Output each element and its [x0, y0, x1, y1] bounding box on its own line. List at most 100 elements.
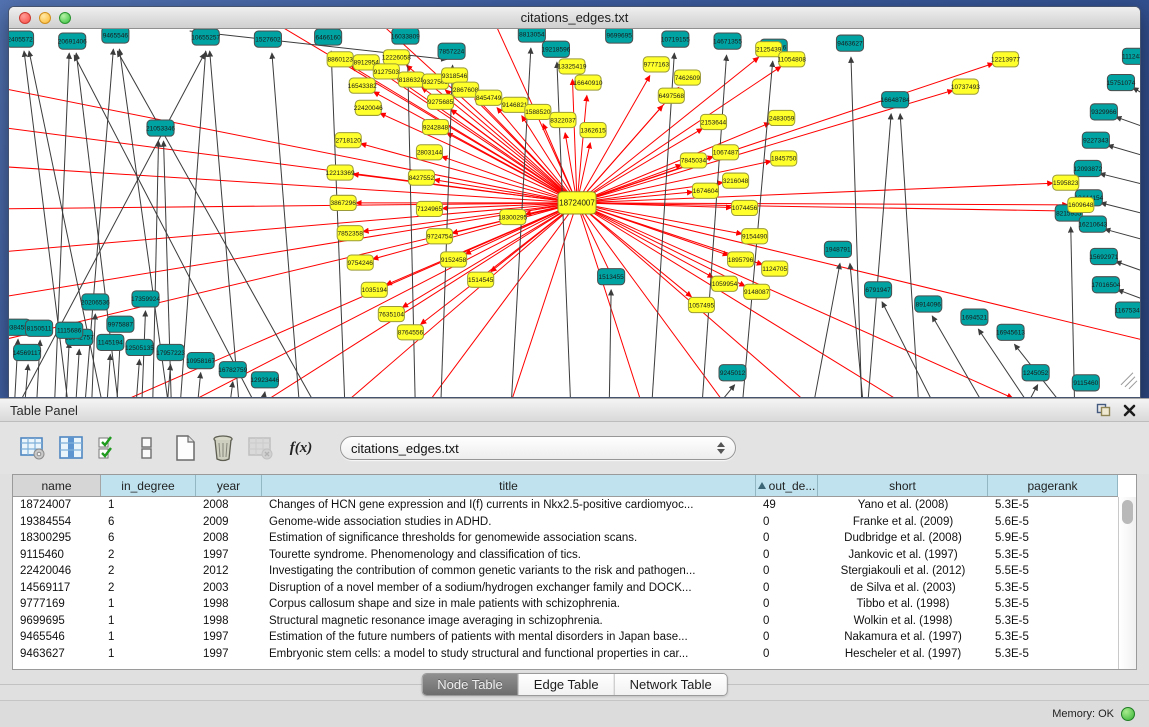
table-cell[interactable]: 1: [101, 646, 196, 663]
graph-node[interactable]: 1895796: [728, 252, 754, 267]
table-cell[interactable]: 1: [101, 629, 196, 646]
table-cell[interactable]: 5.3E-5: [988, 596, 1118, 613]
table-cell[interactable]: Franke et al. (2009): [818, 514, 988, 531]
table-cell[interactable]: 0: [756, 530, 818, 547]
function-builder-icon[interactable]: f(x): [284, 432, 318, 464]
table-cell[interactable]: 5.5E-5: [988, 563, 1118, 580]
table-row[interactable]: 1872400712008Changes of HCN gene express…: [13, 497, 1118, 514]
graph-node[interactable]: 2718120: [335, 133, 361, 148]
graph-node[interactable]: 20206536: [81, 294, 110, 310]
graph-node[interactable]: 16033809: [391, 29, 420, 44]
graph-node[interactable]: 1245052: [1022, 365, 1049, 381]
graph-node[interactable]: 1595823: [1053, 175, 1079, 190]
table-cell[interactable]: 2009: [196, 514, 262, 531]
graph-node[interactable]: 7462609: [674, 70, 700, 85]
column-header-name[interactable]: name: [13, 475, 101, 496]
table-cell[interactable]: 2: [101, 563, 196, 580]
graph-node[interactable]: 2405572: [9, 31, 34, 47]
table-cell[interactable]: Wolkin et al. (1998): [818, 613, 988, 630]
graph-node[interactable]: 7845034: [680, 153, 706, 168]
graph-node[interactable]: 1514545: [468, 272, 494, 287]
table-cell[interactable]: Nakamura et al. (1997): [818, 629, 988, 646]
graph-node[interactable]: 16543382: [348, 78, 377, 93]
network-window[interactable]: citations_edges.txt 24055722069140694655…: [8, 6, 1141, 398]
table-cell[interactable]: Stergiakouli et al. (2012): [818, 563, 988, 580]
graph-node[interactable]: 3216048: [723, 173, 749, 188]
graph-node[interactable]: 2803144: [416, 145, 442, 160]
table-row[interactable]: 946554611997Estimation of the future num…: [13, 629, 1118, 646]
table-row[interactable]: 1456911722003Disruption of a novel membe…: [13, 580, 1118, 597]
graph-node[interactable]: 11124358: [1122, 48, 1140, 64]
graph-node[interactable]: 7635104: [378, 307, 404, 322]
graph-node[interactable]: 10737493: [951, 79, 980, 94]
table-cell[interactable]: 18724007: [13, 497, 101, 514]
table-row[interactable]: 911546021997Tourette syndrome. Phenomeno…: [13, 547, 1118, 564]
graph-node[interactable]: 6791947: [865, 282, 892, 298]
table-cell[interactable]: 0: [756, 547, 818, 564]
table-cell[interactable]: 1998: [196, 613, 262, 630]
table-row[interactable]: 969969511998Structural magnetic resonanc…: [13, 613, 1118, 630]
graph-node[interactable]: 9318546: [442, 68, 468, 83]
graph-node[interactable]: 9127503: [373, 64, 399, 79]
canvas-resize-grip[interactable]: [1121, 373, 1137, 389]
column-header-title[interactable]: title: [262, 475, 756, 496]
graph-node[interactable]: 13325419: [558, 59, 587, 74]
graph-node[interactable]: 1035194: [361, 282, 387, 297]
graph-node[interactable]: 22420046: [354, 100, 383, 115]
graph-node[interactable]: 1124705: [762, 261, 788, 276]
table-scrollbar-thumb[interactable]: [1122, 500, 1133, 524]
graph-node[interactable]: 1115686: [56, 322, 83, 338]
graph-node[interactable]: 9754246: [347, 255, 373, 270]
graph-node[interactable]: 2483059: [769, 110, 795, 125]
table-cell[interactable]: 0: [756, 596, 818, 613]
graph-node[interactable]: 12226058: [382, 50, 411, 65]
graph-node[interactable]: 16210643: [1078, 216, 1107, 232]
graph-node[interactable]: 6497568: [658, 88, 684, 103]
graph-node[interactable]: 17957223: [156, 344, 185, 360]
graph-node[interactable]: 9777163: [643, 57, 669, 72]
graph-node[interactable]: 15692971: [1089, 248, 1118, 264]
table-cell[interactable]: 0: [756, 646, 818, 663]
graph-node[interactable]: 9148087: [744, 284, 770, 299]
table-cell[interactable]: 0: [756, 580, 818, 597]
table-cell[interactable]: 5.3E-5: [988, 613, 1118, 630]
graph-node[interactable]: 1059954: [711, 276, 737, 291]
graph-node[interactable]: 18724007: [558, 192, 596, 214]
graph-node[interactable]: 9242848: [422, 119, 448, 134]
graph-node[interactable]: 9329966: [1090, 104, 1117, 120]
rows-icon[interactable]: [132, 432, 162, 464]
table-cell[interactable]: 5.3E-5: [988, 629, 1118, 646]
graph-node[interactable]: 21053346: [146, 120, 175, 136]
graph-node[interactable]: 9463627: [836, 35, 863, 51]
table-cell[interactable]: 1997: [196, 646, 262, 663]
table-row[interactable]: 946362711997Embryonic stem cells: a mode…: [13, 646, 1118, 663]
graph-node[interactable]: 8860123: [327, 52, 353, 67]
graph-node[interactable]: 9146821: [502, 97, 528, 112]
graph-node[interactable]: 15751074: [1106, 74, 1135, 90]
network-view-canvas[interactable]: 2405572206914069465546106552571527602646…: [9, 29, 1140, 397]
graph-node[interactable]: 14569117: [13, 344, 42, 360]
row-selection-icon[interactable]: [94, 432, 124, 464]
graph-node[interactable]: 19218596: [541, 41, 570, 57]
table-cell[interactable]: 5.6E-5: [988, 514, 1118, 531]
graph-node[interactable]: 9465546: [102, 29, 129, 43]
table-cell[interactable]: de Silva et al. (2003): [818, 580, 988, 597]
table-cell[interactable]: 0: [756, 613, 818, 630]
table-cell[interactable]: 6: [101, 514, 196, 531]
table-cell[interactable]: 2: [101, 547, 196, 564]
graph-node[interactable]: 1674604: [692, 183, 718, 198]
column-header-pagerank[interactable]: pagerank: [988, 475, 1118, 496]
graph-node[interactable]: 8764556: [397, 325, 423, 340]
graph-node[interactable]: 9154490: [742, 229, 768, 244]
graph-node[interactable]: 8914096: [915, 296, 942, 312]
table-cell[interactable]: 9465546: [13, 629, 101, 646]
graph-node[interactable]: 9724754: [426, 229, 452, 244]
graph-node[interactable]: 3867296: [330, 195, 356, 210]
table-cell[interactable]: 1: [101, 596, 196, 613]
graph-node[interactable]: 11675348: [1115, 302, 1140, 318]
table-cell[interactable]: 18300295: [13, 530, 101, 547]
graph-node[interactable]: 1609648: [1068, 197, 1094, 212]
graph-node[interactable]: 10719155: [661, 31, 690, 47]
graph-node[interactable]: 14671355: [713, 33, 742, 49]
graph-node[interactable]: 2153644: [700, 114, 726, 129]
